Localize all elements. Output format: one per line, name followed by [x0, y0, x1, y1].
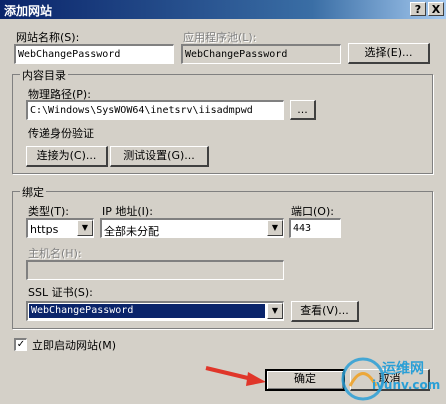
help-button[interactable]: ?	[410, 2, 426, 16]
test-settings-button[interactable]: 测试设置(G)...	[110, 146, 209, 167]
ip-address-select[interactable]: 全部未分配 ▼	[100, 218, 284, 238]
binding-type-label: 类型(T):	[28, 205, 70, 218]
port-label: 端口(O):	[291, 205, 334, 218]
select-app-pool-button[interactable]: 选择(E)...	[348, 43, 430, 64]
start-immediately-checkbox[interactable]: ✓	[14, 338, 27, 351]
watermark-text: 运维网	[382, 361, 424, 377]
ok-button[interactable]: 确定	[265, 369, 345, 391]
pass-through-auth-label: 传递身份验证	[28, 127, 94, 140]
ssl-certificate-value: WebChangePassword	[29, 304, 265, 318]
ssl-certificate-select[interactable]: WebChangePassword ▼	[26, 301, 284, 321]
site-name-label: 网站名称(S):	[16, 31, 80, 44]
window-title: 添加网站	[4, 4, 53, 18]
port-input[interactable]: 443	[289, 218, 341, 238]
ip-address-value: 全部未分配	[104, 225, 159, 238]
physical-path-input[interactable]: C:\Windows\SysWOW64\inetsrv\iisadmpwd	[26, 100, 284, 120]
content-directory-group-label: 内容目录	[20, 67, 68, 83]
title-bar: 添加网站 ? X	[0, 0, 446, 19]
binding-type-select[interactable]: https ▼	[26, 218, 94, 238]
start-immediately-label: 立即启动网站(M)	[32, 339, 117, 352]
red-arrow-icon	[205, 366, 266, 386]
ip-address-label: IP 地址(I):	[102, 205, 153, 218]
app-pool-label: 应用程序池(L):	[183, 31, 257, 44]
view-certificate-button[interactable]: 查看(V)...	[291, 301, 359, 322]
chevron-down-icon[interactable]: ▼	[267, 220, 283, 236]
app-pool-field: WebChangePassword	[181, 44, 341, 64]
close-button[interactable]: X	[428, 2, 444, 16]
binding-group-label: 绑定	[20, 184, 46, 200]
chevron-down-icon[interactable]: ▼	[77, 220, 93, 236]
hostname-label: 主机名(H):	[28, 247, 82, 260]
browse-path-button[interactable]: ...	[290, 100, 316, 120]
ssl-certificate-label: SSL 证书(S):	[28, 286, 93, 299]
chevron-down-icon[interactable]: ▼	[267, 303, 283, 319]
binding-type-value: https	[30, 223, 59, 236]
hostname-input	[26, 260, 284, 280]
watermark-url: iyunv.com	[372, 378, 441, 392]
connect-as-button[interactable]: 连接为(C)...	[26, 146, 108, 167]
site-name-input[interactable]: WebChangePassword	[14, 44, 174, 64]
